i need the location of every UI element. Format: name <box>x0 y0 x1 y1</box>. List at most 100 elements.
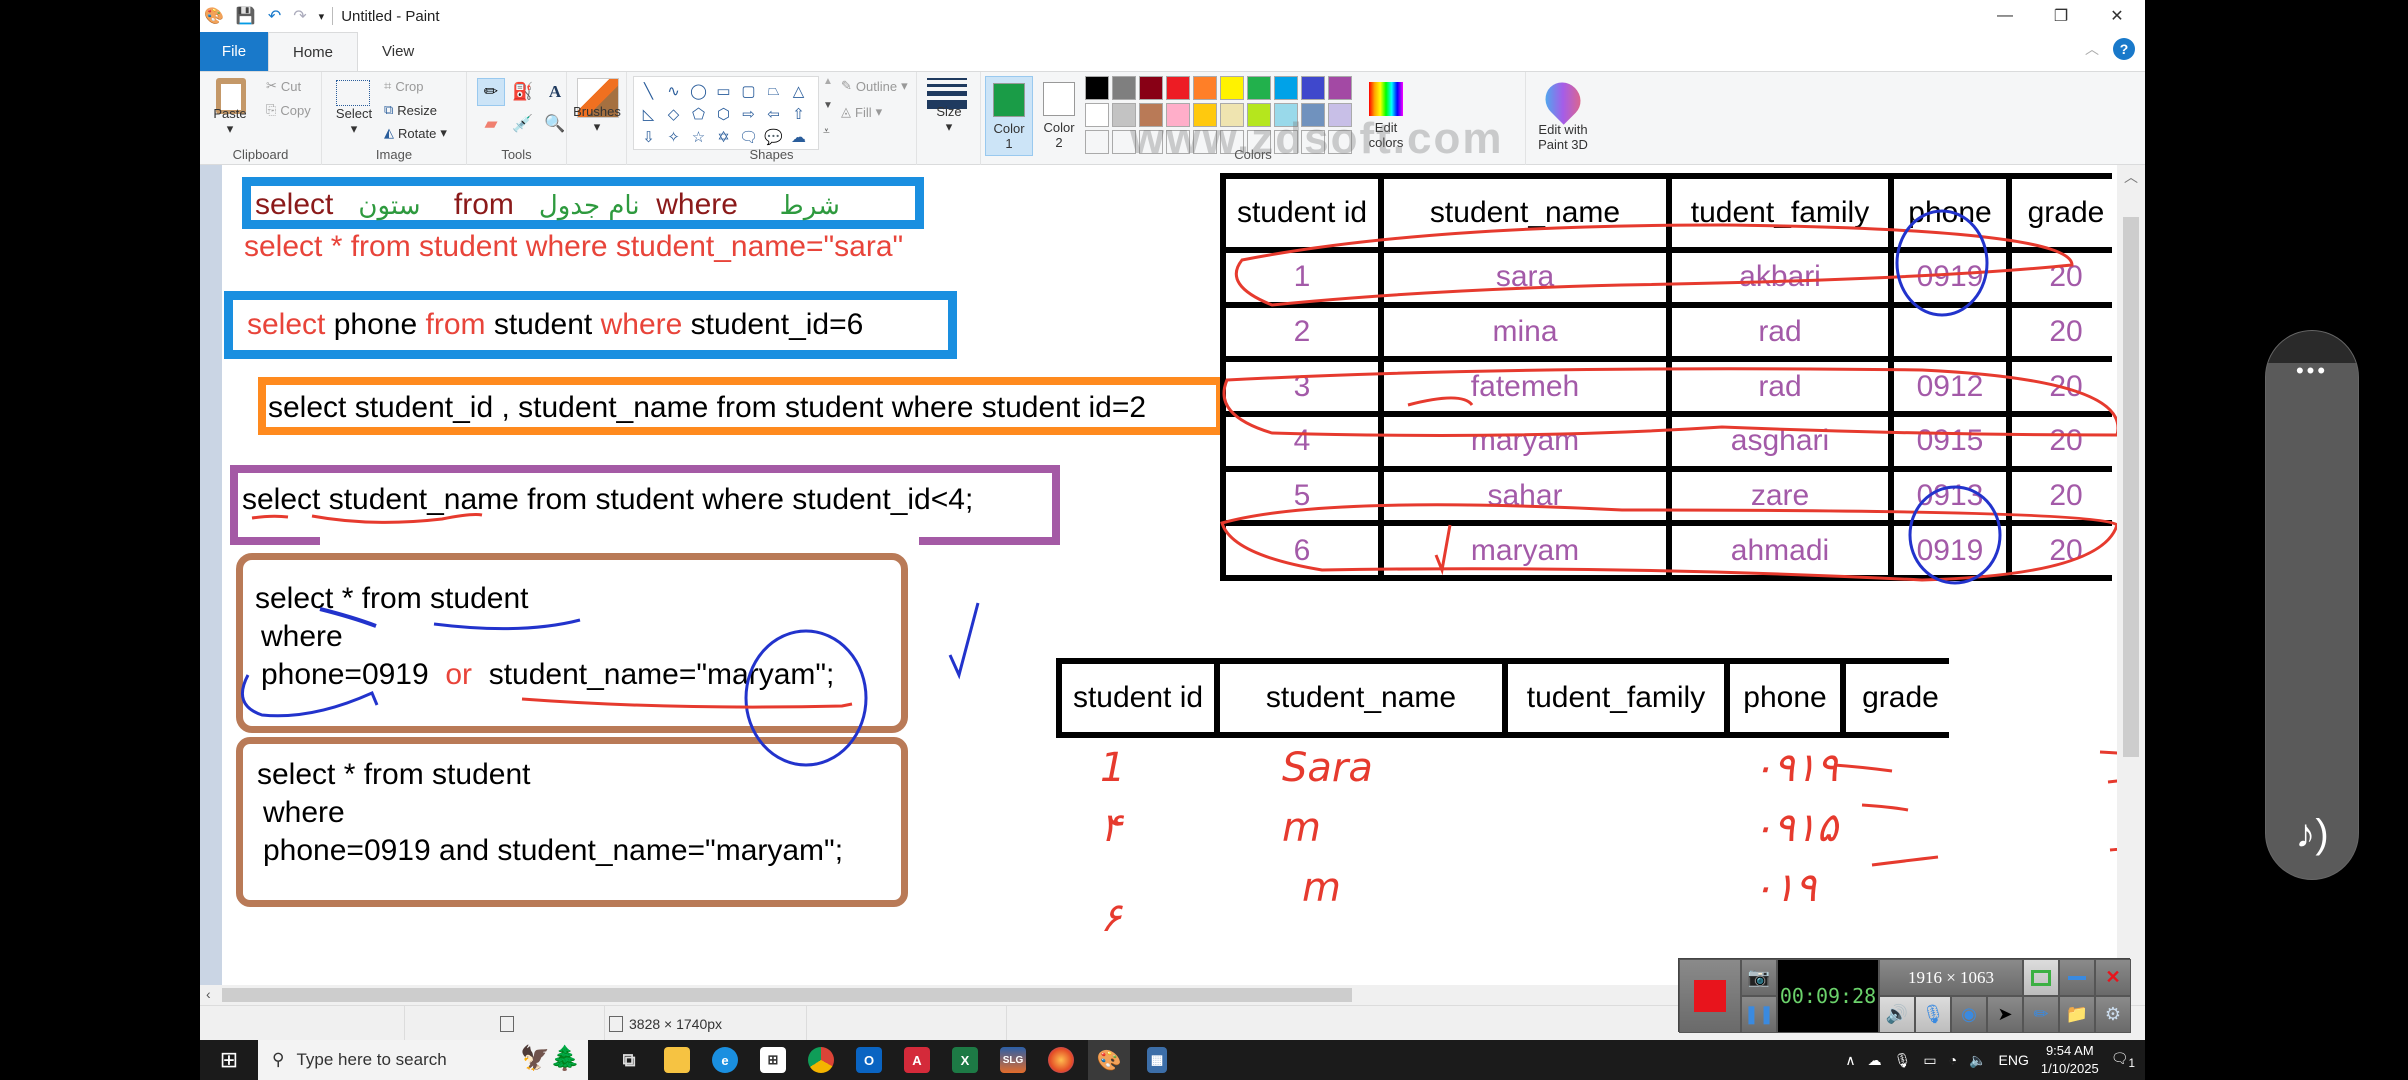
clock[interactable]: 9:54 AM 1/10/2025 <box>2041 1042 2099 1078</box>
palette-swatch[interactable] <box>1247 76 1271 100</box>
color1-button[interactable]: Color 1 <box>985 76 1033 156</box>
calculator-button[interactable]: ▦ <box>1136 1040 1178 1080</box>
undo-icon[interactable]: ↶ <box>268 6 281 26</box>
tab-home[interactable]: Home <box>268 32 359 71</box>
vertical-scroll-thumb[interactable] <box>2123 217 2139 757</box>
size-button[interactable]: Size ▾ <box>917 104 981 134</box>
callout-rect-icon[interactable]: 🗨 <box>736 125 761 148</box>
cursor-toggle[interactable]: ➤ <box>1987 996 2023 1033</box>
wifi-icon[interactable]: ◔ <box>1949 1052 1957 1068</box>
slg-button[interactable]: SLG <box>992 1040 1034 1080</box>
autocad-button[interactable]: A <box>896 1040 938 1080</box>
file-explorer-button[interactable] <box>656 1040 698 1080</box>
collapse-ribbon-icon[interactable]: ︿ <box>2085 39 2099 59</box>
redo-icon[interactable]: ↷ <box>293 6 306 26</box>
recorder-settings-button[interactable]: ⚙ <box>2095 996 2131 1033</box>
shapes-scroll-down[interactable]: ▼ <box>823 100 833 111</box>
color-picker-icon[interactable]: 💉 <box>509 110 537 138</box>
minimize-recorder-button[interactable] <box>2059 959 2095 996</box>
triangle-shape-icon[interactable]: △ <box>786 79 811 102</box>
save-icon[interactable]: 💾 <box>236 6 256 26</box>
edge-button[interactable]: e <box>704 1040 746 1080</box>
palette-swatch[interactable] <box>1301 76 1325 100</box>
store-button[interactable]: ⊞ <box>752 1040 794 1080</box>
edit-with-paint3d-button[interactable]: Edit with Paint 3D <box>1530 75 1596 156</box>
drawing-canvas[interactable]: select ستون from نام جدول where شرط sele… <box>222 165 2120 985</box>
outline-button[interactable]: ✎ Outline ▾ <box>841 78 908 94</box>
line-shape-icon[interactable]: ╲ <box>636 79 661 102</box>
palette-swatch[interactable] <box>1274 103 1298 127</box>
paste-button[interactable]: Paste ▾ <box>210 106 250 136</box>
tab-file[interactable]: File <box>200 32 268 71</box>
diamond-shape-icon[interactable]: ◇ <box>661 102 686 125</box>
shapes-scroll-up[interactable]: ▲ <box>823 76 833 87</box>
floating-media-panel[interactable]: ••• ♪) <box>2265 330 2359 880</box>
volume-icon[interactable]: 🔈 <box>1969 1052 1986 1069</box>
text-tool-icon[interactable]: A <box>541 78 569 106</box>
microphone-tray-icon[interactable]: 🎙 <box>1894 1052 1912 1069</box>
edit-colors-button[interactable]: Edit colors <box>1357 76 1415 156</box>
five-point-star-icon[interactable]: ☆ <box>686 125 711 148</box>
scroll-left-arrow[interactable]: ‹ <box>206 986 211 1002</box>
palette-swatch[interactable] <box>1328 103 1352 127</box>
maximize-button[interactable]: ❐ <box>2033 0 2089 32</box>
fill-bucket-icon[interactable]: ⛽ <box>509 78 537 106</box>
firefox-button[interactable] <box>1040 1040 1082 1080</box>
help-button[interactable]: ? <box>2113 38 2135 60</box>
palette-swatch[interactable] <box>1166 76 1190 100</box>
palette-swatch[interactable] <box>1139 103 1163 127</box>
battery-icon[interactable]: ▭ <box>1923 1052 1936 1069</box>
close-recorder-button[interactable]: ✕ <box>2095 959 2131 996</box>
taskbar-search[interactable]: ⚲ Type here to search 🦅🌲 <box>258 1040 588 1080</box>
shapes-expand[interactable]: ⩡ <box>823 124 830 139</box>
microphone-toggle[interactable]: 🎙 <box>1915 996 1951 1033</box>
speaker-toggle[interactable]: 🔊 <box>1879 996 1915 1033</box>
palette-swatch[interactable] <box>1220 76 1244 100</box>
pentagon-shape-icon[interactable]: ⬠ <box>686 102 711 125</box>
crop-button[interactable]: ⌗ Crop <box>384 78 424 94</box>
excel-button[interactable]: X <box>944 1040 986 1080</box>
palette-swatch[interactable] <box>1112 76 1136 100</box>
stop-recording-button[interactable] <box>1679 959 1741 1033</box>
show-hidden-icons[interactable]: ∧ <box>1845 1052 1855 1069</box>
cut-button[interactable]: ✂ Cut <box>266 78 301 94</box>
screenshot-button[interactable]: 📷 <box>1741 959 1777 996</box>
rectangle-shape-icon[interactable]: ▭ <box>711 79 736 102</box>
copy-button[interactable]: ⎘ Copy <box>266 102 311 118</box>
notifications-icon[interactable]: 🗨1 <box>2111 1050 2135 1070</box>
start-button[interactable]: ⊞ <box>200 1040 258 1080</box>
task-view-button[interactable]: ⧉ <box>608 1040 650 1080</box>
resize-button[interactable]: ⧉ Resize <box>384 102 437 118</box>
select-icon[interactable] <box>336 80 370 106</box>
palette-swatch[interactable] <box>1220 103 1244 127</box>
pause-recording-button[interactable]: ❚❚ <box>1741 996 1777 1033</box>
draw-button[interactable]: ✏ <box>2023 996 2059 1033</box>
pencil-icon[interactable]: ✏ <box>477 78 505 106</box>
paint-taskbar-button[interactable]: 🎨 <box>1088 1040 1130 1080</box>
language-indicator[interactable]: ENG <box>1999 1052 2029 1068</box>
down-arrow-shape-icon[interactable]: ⇩ <box>636 125 661 148</box>
polygon-shape-icon[interactable]: ⏢ <box>761 79 786 102</box>
palette-swatch[interactable] <box>1193 76 1217 100</box>
palette-swatch[interactable] <box>1193 103 1217 127</box>
onedrive-icon[interactable]: ☁ <box>1868 1052 1882 1069</box>
right-arrow-shape-icon[interactable]: ⇨ <box>736 102 761 125</box>
palette-swatch[interactable] <box>1139 76 1163 100</box>
more-options-icon[interactable]: ••• <box>2266 360 2358 382</box>
up-arrow-shape-icon[interactable]: ⇧ <box>786 102 811 125</box>
oval-shape-icon[interactable]: ◯ <box>686 79 711 102</box>
select-button[interactable]: Select ▾ <box>334 106 374 136</box>
six-point-star-icon[interactable]: ✡ <box>711 125 736 148</box>
palette-swatch[interactable] <box>1301 103 1325 127</box>
region-button[interactable] <box>2023 959 2059 996</box>
music-note-icon[interactable]: ♪) <box>2266 812 2358 857</box>
outlook-button[interactable]: O <box>848 1040 890 1080</box>
tab-view[interactable]: View <box>358 32 438 71</box>
left-arrow-shape-icon[interactable]: ⇦ <box>761 102 786 125</box>
minimize-button[interactable]: — <box>1977 0 2033 32</box>
palette-swatch[interactable] <box>1085 103 1109 127</box>
webcam-toggle[interactable]: ◉ <box>1951 996 1987 1033</box>
eraser-icon[interactable]: ▰ <box>477 110 505 138</box>
palette-swatch[interactable] <box>1166 103 1190 127</box>
rounded-rect-shape-icon[interactable]: ▢ <box>736 79 761 102</box>
